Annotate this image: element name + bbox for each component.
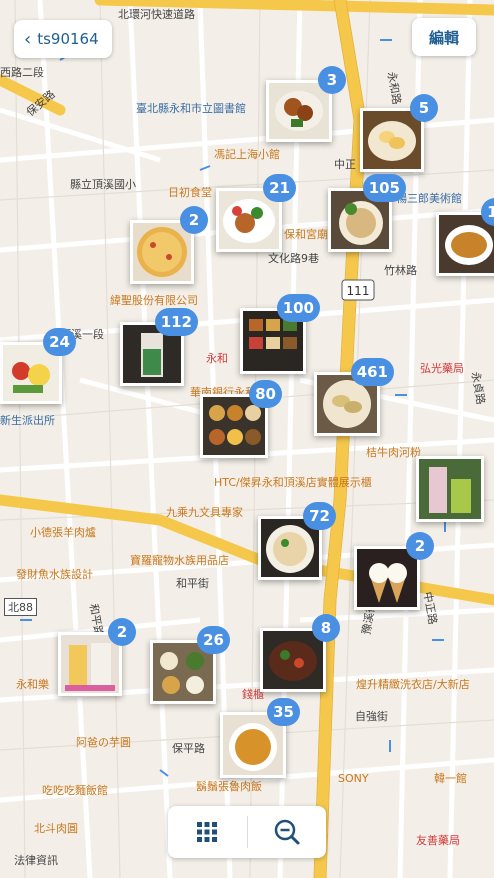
poi-label: 阿爸の芋圓 <box>76 736 131 749</box>
photo-cluster[interactable]: 72 <box>258 502 336 580</box>
count-badge: 3 <box>318 66 346 94</box>
poi-label: 保和宮廟 <box>284 228 328 241</box>
poi-label: 北斗肉圓 <box>34 822 78 835</box>
milk-tea-photo <box>419 459 481 519</box>
photo-cluster[interactable]: 24 <box>0 328 76 404</box>
count-badge: 5 <box>410 94 438 122</box>
count-badge: 72 <box>303 502 336 530</box>
count-badge: 2 <box>108 618 136 646</box>
photo-cluster[interactable]: 112 <box>120 308 198 386</box>
poi-label: 臺北縣永和市立圖書館 <box>136 102 246 115</box>
edit-button-label: 編輯 <box>428 28 459 47</box>
svg-text:111: 111 <box>347 284 370 298</box>
back-button-label: ts90164 <box>37 30 99 48</box>
photo-cluster[interactable] <box>416 456 484 522</box>
stir-fry-photo <box>263 631 323 689</box>
poi-label: 鬍鬚張魯肉飯 <box>196 780 262 793</box>
photo-cluster[interactable]: 3 <box>266 66 346 142</box>
photo-cluster[interactable]: 2 <box>130 206 208 284</box>
road-label: 縣立頂溪國小 <box>70 178 136 191</box>
poi-label: 新生派出所 <box>0 414 55 427</box>
photo-cluster[interactable]: 461 <box>314 358 394 436</box>
photo-cluster[interactable]: 26 <box>150 626 230 704</box>
road-label: 和平街 <box>176 577 209 590</box>
photo-cluster[interactable]: 17 <box>436 198 494 276</box>
count-badge: 105 <box>362 174 406 202</box>
count-badge: 21 <box>263 174 296 202</box>
photo-cluster[interactable]: 80 <box>200 380 282 458</box>
road-label: 北環河快速道路 <box>118 8 195 21</box>
photo-cluster[interactable]: 5 <box>360 94 438 172</box>
poi-label: 桔牛肉河粉 <box>366 446 421 459</box>
ice-cream-photo <box>357 549 417 607</box>
grid-view-button[interactable] <box>168 806 247 858</box>
route-shield: 北88 <box>4 598 37 616</box>
dumplings-photo <box>363 111 421 169</box>
poi-label: SONY <box>338 772 369 785</box>
poi-label: HTC/傑昇永和頂溪店實體展示櫃 <box>214 476 372 489</box>
poi-label: 友善藥局 <box>416 834 460 847</box>
road-label: 西路二段 <box>0 66 44 79</box>
bubble-tea-photo <box>61 635 119 693</box>
poi-label: 永和 <box>206 352 228 365</box>
count-badge: 112 <box>154 308 198 336</box>
road-label: 自強街 <box>355 710 388 723</box>
back-button[interactable]: ‹ ts90164 <box>14 20 112 58</box>
road-label: 保平路 <box>172 742 205 755</box>
poi-label: 小德張羊肉爐 <box>30 526 96 539</box>
count-badge: 8 <box>312 614 340 642</box>
poi-label: 永和樂 <box>16 678 49 691</box>
zoom-out-button[interactable] <box>248 806 327 858</box>
road-label: 中正 <box>334 158 356 171</box>
poi-label: 楊三郎美術館 <box>396 192 462 205</box>
count-badge: 24 <box>43 328 76 356</box>
count-badge: 35 <box>267 698 300 726</box>
count-badge: 461 <box>350 358 394 386</box>
count-badge: 100 <box>276 294 320 322</box>
chevron-left-icon: ‹ <box>24 28 32 50</box>
photo-cluster[interactable]: 21 <box>216 174 296 252</box>
poi-label: 發財魚水族設計 <box>16 568 93 581</box>
poi-label: 韓一館 <box>434 772 467 785</box>
count-badge: 80 <box>249 380 282 408</box>
photo-cluster[interactable]: 35 <box>220 698 300 778</box>
photo-cluster[interactable]: 100 <box>240 294 320 374</box>
poi-label: 法律資訊 <box>14 854 58 867</box>
count-badge: 2 <box>406 532 434 560</box>
pizza-photo <box>133 223 191 281</box>
map-controls <box>168 806 326 858</box>
poi-label: 吃吃吃麵飯館 <box>42 784 108 797</box>
photo-cluster[interactable]: 2 <box>58 618 136 696</box>
photo-cluster[interactable]: 8 <box>260 614 340 692</box>
road-label: 竹林路 <box>384 264 417 277</box>
photo-cluster[interactable]: 105 <box>328 174 406 252</box>
edit-button[interactable]: 編輯 <box>412 18 476 56</box>
grid-icon <box>197 822 218 842</box>
count-badge: 2 <box>180 206 208 234</box>
poi-label: 馮記上海小館 <box>214 148 280 161</box>
count-badge: 26 <box>197 626 230 654</box>
zoom-out-icon <box>274 819 300 845</box>
curry-rice-photo <box>439 215 494 273</box>
poi-label: 弘光藥局 <box>420 362 464 375</box>
poi-label: 緯聖股份有限公司 <box>110 294 198 307</box>
fried-chicken-photo <box>269 83 329 139</box>
poi-label: 煌升精緻洗衣店/大新店 <box>356 678 470 691</box>
poi-label: 寶羅寵物水族用品店 <box>130 554 229 567</box>
poi-label: 日初食堂 <box>168 186 212 199</box>
photo-cluster[interactable]: 2 <box>354 532 434 610</box>
poi-label: 九乘九文具專家 <box>166 506 243 519</box>
